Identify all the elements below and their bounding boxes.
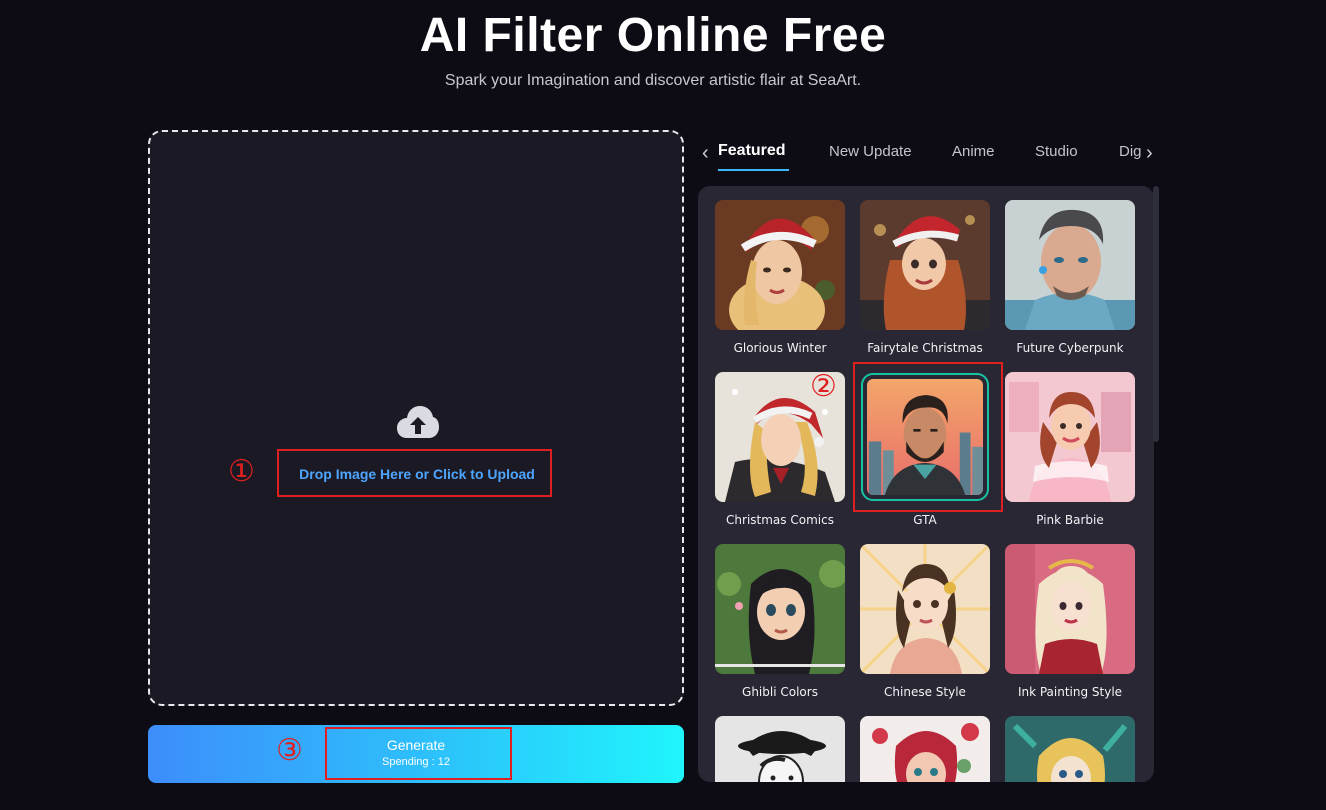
annotation-marker-2: ②: [810, 369, 837, 404]
filter-thumbnail: [861, 373, 989, 501]
filter-thumbnail: [1005, 716, 1135, 782]
tab-anime[interactable]: Anime: [952, 143, 995, 160]
filter-thumbnail: [860, 200, 990, 330]
page-subtitle: Spark your Imagination and discover arti…: [444, 72, 862, 89]
cloud-upload-icon: [397, 406, 439, 438]
filter-name: Fairytale Christmas: [867, 341, 983, 355]
filter-name: Chinese Style: [884, 685, 966, 699]
filter-name: Christmas Comics: [726, 513, 834, 527]
filter-thumbnail: [860, 716, 990, 782]
chevron-right-icon[interactable]: ›: [1144, 143, 1160, 163]
annotation-marker-1: ①: [228, 454, 255, 489]
tab-studio[interactable]: Studio: [1035, 143, 1078, 160]
generate-cost: Spending : 12: [382, 756, 450, 768]
filter-card-pink-barbie[interactable]: Pink Barbie: [1005, 372, 1135, 527]
filters-scrollbar[interactable]: [1153, 186, 1159, 442]
category-tabs: ‹ Featured New Update Anime Studio Dig ›: [698, 132, 1160, 174]
page-title: AI Filter Online Free: [419, 9, 887, 62]
filter-name: GTA: [913, 513, 937, 527]
filter-name: Ink Painting Style: [1017, 685, 1123, 699]
filter-thumbnail: [860, 544, 990, 674]
annotation-marker-3: ③: [276, 733, 303, 768]
filter-card-floral[interactable]: [860, 716, 990, 782]
filter-card-ink-painting-style[interactable]: Ink Painting Style: [1005, 544, 1135, 699]
filter-card-clown[interactable]: [1005, 716, 1135, 782]
upload-dropzone[interactable]: Drop Image Here or Click to Upload: [148, 130, 684, 706]
filter-card-ghibli-colors[interactable]: Ghibli Colors: [715, 544, 845, 699]
filter-name: Ghibli Colors: [742, 685, 818, 699]
generate-label: Generate: [386, 737, 446, 753]
active-tab-indicator: [718, 169, 789, 171]
filter-card-chinese-style[interactable]: Chinese Style: [860, 544, 990, 699]
filter-name: Glorious Winter: [733, 341, 827, 355]
filter-thumbnail: [1005, 200, 1135, 330]
filters-panel: Glorious Winter Fairytale Christmas Futu…: [698, 186, 1154, 782]
chevron-left-icon[interactable]: ‹: [702, 143, 709, 163]
filter-thumbnail: [715, 200, 845, 330]
filter-card-gta[interactable]: GTA: [861, 373, 989, 527]
tab-digital[interactable]: Dig: [1119, 143, 1142, 160]
filter-card-sketch[interactable]: [715, 716, 845, 782]
filter-thumbnail: [715, 544, 845, 674]
filter-thumbnail: [1005, 544, 1135, 674]
filter-thumbnail: [715, 716, 845, 782]
filter-card-fairytale-christmas[interactable]: Fairytale Christmas: [860, 200, 990, 355]
filter-name: Pink Barbie: [1036, 513, 1104, 527]
tab-new-update[interactable]: New Update: [829, 143, 912, 160]
filter-thumbnail: [1005, 372, 1135, 502]
filter-card-future-cyberpunk[interactable]: Future Cyberpunk: [1005, 200, 1135, 355]
generate-button[interactable]: Generate Spending : 12: [148, 725, 684, 783]
filter-name: Future Cyberpunk: [1016, 341, 1124, 355]
filter-card-glorious-winter[interactable]: Glorious Winter: [715, 200, 845, 355]
tab-featured[interactable]: Featured: [718, 142, 786, 160]
